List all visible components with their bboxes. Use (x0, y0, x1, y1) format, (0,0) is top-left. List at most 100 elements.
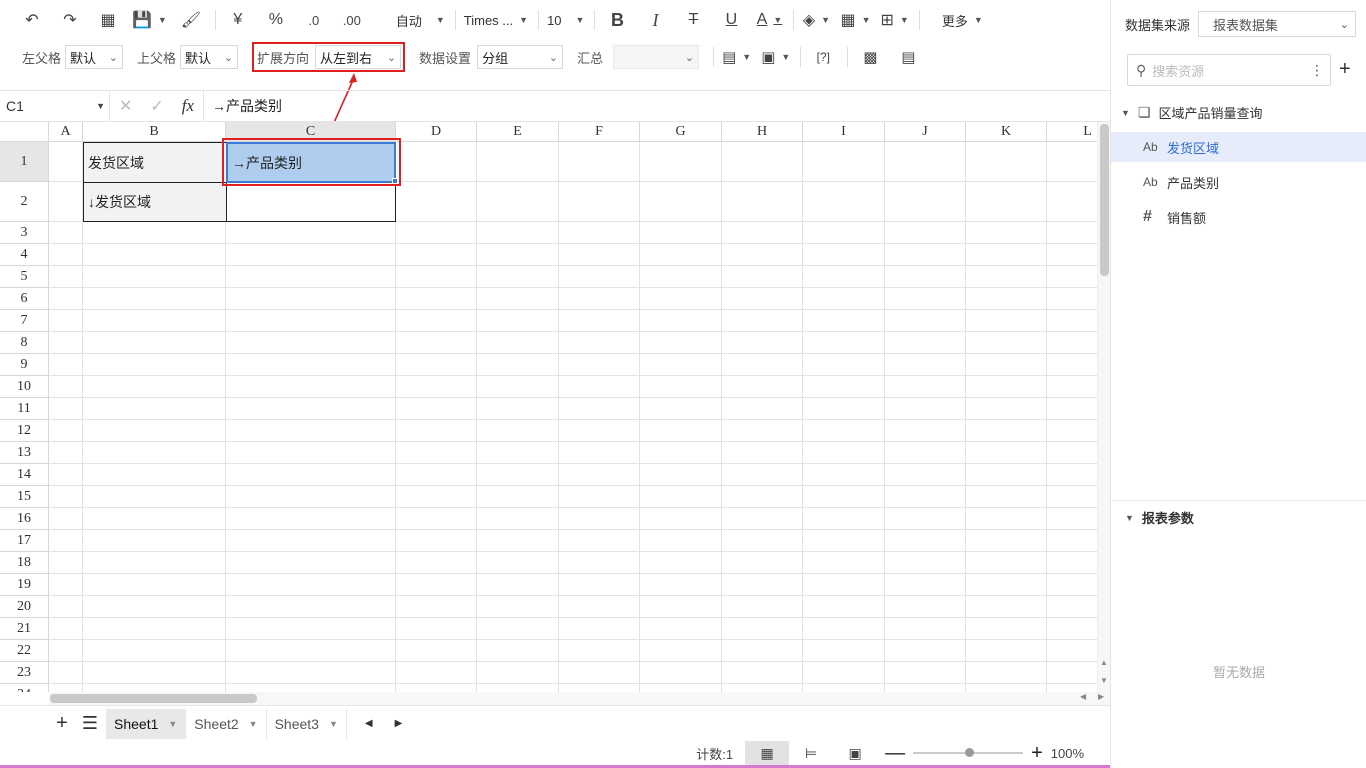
formula-actions: ✕ ✓ fx (110, 91, 204, 121)
name-box-value: C1 (6, 98, 24, 114)
text-type-icon: Ab (1143, 140, 1158, 154)
dataset-name: 区域产品销量查询 (1158, 106, 1263, 121)
sheet-list-icon[interactable]: ☰ (80, 713, 100, 734)
vertical-scrollbar[interactable]: ▲ ▼ (1097, 122, 1110, 692)
zoom-knob[interactable] (965, 748, 975, 757)
cell-b2[interactable]: ↓发货区域 (83, 182, 227, 222)
row-header[interactable]: 1 (0, 142, 49, 182)
cancel-icon[interactable]: ✕ (119, 96, 132, 116)
report-params-header[interactable]: ▼ 报表参数 (1125, 508, 1194, 527)
add-sheet-icon[interactable]: + (52, 712, 72, 735)
cell-c2[interactable] (226, 182, 396, 222)
column-gridline (1046, 142, 1047, 692)
row-header[interactable]: 15 (0, 486, 49, 508)
column-header[interactable]: F (559, 122, 640, 142)
row-gridline (49, 331, 1097, 332)
column-header[interactable]: J (885, 122, 966, 142)
column-header[interactable]: L (1047, 122, 1097, 142)
row-header[interactable]: 13 (0, 442, 49, 464)
column-header[interactable]: A (49, 122, 83, 142)
tab-sheet2[interactable]: Sheet2 ▼ (186, 708, 267, 739)
field-item-product-category[interactable]: Ab 产品类别 (1111, 167, 1366, 197)
row-header[interactable]: 9 (0, 354, 49, 376)
chevron-down-icon[interactable]: ▼ (1121, 108, 1130, 118)
column-header[interactable]: B (83, 122, 226, 142)
scroll-left-icon[interactable]: ◀ (1080, 692, 1086, 701)
row-header[interactable]: 24 (0, 684, 49, 692)
prev-sheet-icon[interactable]: ◀ (365, 718, 373, 729)
search-placeholder: 搜索资源 (1152, 63, 1205, 79)
next-sheet-icon[interactable]: ▶ (395, 718, 403, 729)
confirm-icon[interactable]: ✓ (150, 96, 163, 116)
scroll-up-icon[interactable]: ▲ (1100, 658, 1108, 667)
row-header[interactable]: 2 (0, 182, 49, 222)
field-item-sales[interactable]: # 销售额 (1111, 202, 1366, 232)
row-header[interactable]: 10 (0, 376, 49, 398)
column-header[interactable]: C (226, 122, 396, 142)
column-header[interactable]: K (966, 122, 1047, 142)
row-header[interactable]: 11 (0, 398, 49, 420)
tab-sheet1[interactable]: Sheet1 ▼ (106, 708, 187, 739)
row-header[interactable]: 7 (0, 310, 49, 332)
row-header[interactable]: 22 (0, 640, 49, 662)
tab-sheet3[interactable]: Sheet3 ▼ (267, 708, 347, 739)
row-header[interactable]: 20 (0, 596, 49, 618)
row-gridline (49, 551, 1097, 552)
row-header[interactable]: 8 (0, 332, 49, 354)
row-header[interactable]: 14 (0, 464, 49, 486)
row-header[interactable]: 3 (0, 222, 49, 244)
row-header[interactable]: 19 (0, 574, 49, 596)
row-gridline (49, 287, 1097, 288)
column-header[interactable]: E (477, 122, 559, 142)
zoom-out-icon[interactable]: — (885, 742, 905, 765)
more-options-icon[interactable]: ⋮ (1310, 62, 1324, 79)
column-header[interactable]: H (722, 122, 803, 142)
column-header[interactable]: I (803, 122, 885, 142)
horizontal-scrollbar[interactable]: ◀ ▶ (49, 692, 1110, 705)
field-item-shipping-region[interactable]: Ab 发货区域 (1111, 132, 1366, 162)
dataset-tree-node[interactable]: ▼ ❏ 区域产品销量查询 (1121, 103, 1263, 122)
chevron-down-icon[interactable]: ▼ (1125, 513, 1134, 523)
function-icon[interactable]: fx (182, 96, 194, 116)
formula-input[interactable]: →产品类别 (204, 96, 282, 116)
row-header[interactable]: 17 (0, 530, 49, 552)
normal-view-icon[interactable]: ▦ (745, 741, 790, 765)
cell-b1[interactable]: 发货区域 (83, 142, 227, 183)
row-gridline (49, 309, 1097, 310)
column-header[interactable]: D (396, 122, 477, 142)
row-header[interactable]: 16 (0, 508, 49, 530)
page-layout-view-icon[interactable]: ▣ (833, 741, 877, 765)
scroll-right-icon[interactable]: ▶ (1098, 692, 1104, 701)
row-header[interactable]: 21 (0, 618, 49, 640)
row-header[interactable]: 5 (0, 266, 49, 288)
zoom-slider[interactable] (913, 748, 1024, 757)
fill-handle[interactable] (392, 178, 398, 184)
corner-cell[interactable] (0, 122, 49, 142)
dataset-source-select[interactable]: 报表数据集 ⌄ (1198, 11, 1357, 37)
empty-state-text: 暂无数据 (1212, 665, 1265, 680)
column-gridline (476, 142, 477, 692)
dataset-source-value: 报表数据集 (1213, 17, 1279, 33)
cell-c1[interactable]: →产品类别 (226, 142, 396, 183)
row-header[interactable]: 6 (0, 288, 49, 310)
row-header[interactable]: 12 (0, 420, 49, 442)
row-header[interactable]: 4 (0, 244, 49, 266)
number-type-icon: # (1143, 208, 1152, 225)
spreadsheet-grid[interactable]: A B C D E F G H I J K L 1 2 3 4 5 6 7 8 9 10 11 12 1… (0, 122, 1097, 692)
column-gridline (965, 142, 966, 692)
zoom-in-icon[interactable]: + (1031, 742, 1043, 765)
spreadsheet-designer: ↶ ↷ ▦ 💾 ▼ 🖌 ¥ % .0 .00 自动 ▼ Times ... ▼ 10 ▼… (0, 0, 1366, 768)
row-gridline (49, 265, 1097, 266)
add-dataset-icon[interactable]: + (1339, 58, 1351, 81)
column-header[interactable]: G (640, 122, 722, 142)
row-gridline (49, 485, 1097, 486)
row-header[interactable]: 18 (0, 552, 49, 574)
scroll-thumb[interactable] (50, 694, 257, 703)
resource-search[interactable]: ⚲ 搜索资源 ⋮ (1127, 54, 1331, 86)
scroll-thumb[interactable] (1100, 124, 1109, 276)
page-break-view-icon[interactable]: ⊨ (789, 741, 833, 765)
name-box[interactable]: C1 ▼ (0, 91, 110, 121)
scroll-down-icon[interactable]: ▼ (1100, 676, 1108, 685)
chevron-down-icon: ▼ (168, 718, 178, 729)
row-header[interactable]: 23 (0, 662, 49, 684)
